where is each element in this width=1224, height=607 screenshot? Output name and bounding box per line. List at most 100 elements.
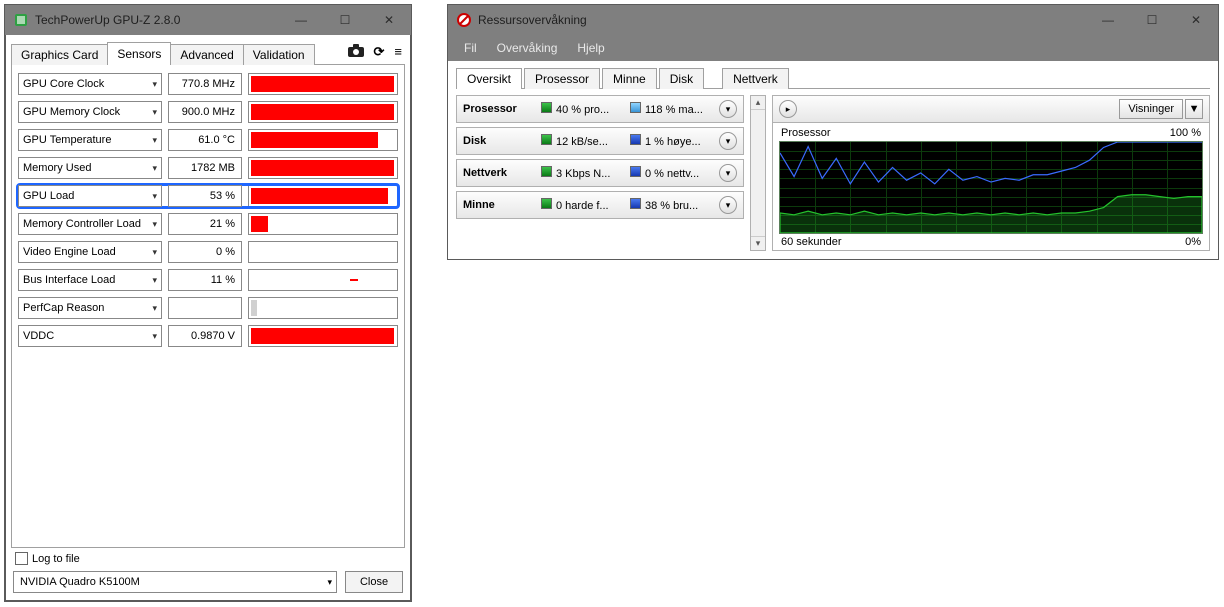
sensor-value-field: 21 % xyxy=(168,213,242,235)
close-window-button[interactable]: ✕ xyxy=(1174,5,1218,35)
tab-oversikt[interactable]: Oversikt xyxy=(456,68,522,89)
maximize-button[interactable]: ☐ xyxy=(1130,5,1174,35)
sensor-row: Video Engine Load▾ 0 % xyxy=(18,241,398,263)
minimize-button[interactable]: — xyxy=(279,5,323,35)
chart-header-bar: ▸ Visninger ▼ xyxy=(772,95,1210,123)
sensor-bar xyxy=(248,101,398,123)
gpuz-titlebar[interactable]: TechPowerUp GPU-Z 2.8.0 — ☐ ✕ xyxy=(5,5,411,35)
chart-xaxis-label: 60 sekunder xyxy=(781,236,842,248)
resmon-tabstrip: Oversikt Prosessor Minne Disk Nettverk xyxy=(456,67,1210,89)
gpu-select-value: NVIDIA Quadro K5100M xyxy=(20,576,140,588)
resmon-category-row[interactable]: Disk12 kB/se...1 % høye...▾ xyxy=(456,127,744,155)
tab-minne[interactable]: Minne xyxy=(602,68,657,89)
sensor-value-field: 53 % xyxy=(168,185,242,207)
chevron-down-icon: ▾ xyxy=(152,79,157,90)
views-button[interactable]: Visninger xyxy=(1119,99,1183,119)
sensor-bar xyxy=(248,157,398,179)
resmon-category-row[interactable]: Prosessor40 % pro...118 % ma...▾ xyxy=(456,95,744,123)
sensor-bar xyxy=(248,129,398,151)
expand-icon[interactable]: ▾ xyxy=(719,196,737,214)
chevron-down-icon: ▾ xyxy=(152,303,157,314)
category-name: Nettverk xyxy=(463,167,535,179)
sensor-value-field: 61.0 °C xyxy=(168,129,242,151)
sensor-value-field: 770.8 MHz xyxy=(168,73,242,95)
category-name: Disk xyxy=(463,135,535,147)
sensor-list: GPU Core Clock▾ 770.8 MHz GPU Memory Clock… xyxy=(11,65,405,548)
sensor-row: Bus Interface Load▾ 11 % xyxy=(18,269,398,291)
screenshot-icon[interactable] xyxy=(348,44,364,60)
swatch-icon xyxy=(541,102,552,113)
tab-validation[interactable]: Validation xyxy=(243,44,315,65)
tab-nettverk[interactable]: Nettverk xyxy=(722,68,789,89)
resmon-menubar: Fil Overvåking Hjelp xyxy=(448,35,1218,61)
collapse-chart-icon[interactable]: ▸ xyxy=(779,100,797,118)
tab-disk[interactable]: Disk xyxy=(659,68,704,89)
sensor-row: GPU Core Clock▾ 770.8 MHz xyxy=(18,73,398,95)
swatch-icon xyxy=(630,134,641,145)
sensor-name-field[interactable]: GPU Temperature▾ xyxy=(18,129,162,151)
menu-overvaking[interactable]: Overvåking xyxy=(489,39,566,57)
sensor-name-field[interactable]: PerfCap Reason▾ xyxy=(18,297,162,319)
chart-min-label: 0% xyxy=(1185,236,1201,248)
log-to-file-checkbox[interactable] xyxy=(15,552,28,565)
views-dropdown-icon[interactable]: ▼ xyxy=(1185,99,1203,119)
cpu-chart xyxy=(779,141,1203,234)
sensor-row: VDDC▾ 0.9870 V xyxy=(18,325,398,347)
refresh-icon[interactable]: ⟳ xyxy=(374,44,385,60)
log-to-file-label: Log to file xyxy=(32,553,80,565)
gpuz-app-icon xyxy=(13,12,29,28)
chevron-down-icon: ▾ xyxy=(152,275,157,286)
menu-fil[interactable]: Fil xyxy=(456,39,485,57)
sensor-row: GPU Load▾ 53 % xyxy=(18,185,398,207)
expand-icon[interactable]: ▾ xyxy=(719,100,737,118)
expand-icon[interactable]: ▾ xyxy=(719,132,737,150)
tab-prosessor[interactable]: Prosessor xyxy=(524,68,600,89)
sensor-row: Memory Used▾1782 MB xyxy=(18,157,398,179)
sensor-value-field: 0 % xyxy=(168,241,242,263)
minimize-button[interactable]: — xyxy=(1086,5,1130,35)
tab-graphics-card[interactable]: Graphics Card xyxy=(11,44,108,65)
resmon-category-list: Prosessor40 % pro...118 % ma...▾ Disk12 k… xyxy=(456,95,744,251)
sensor-row: PerfCap Reason▾ xyxy=(18,297,398,319)
resmon-scrollbar[interactable]: ▴ ▾ xyxy=(750,95,766,251)
sensor-name-field[interactable]: VDDC▾ xyxy=(18,325,162,347)
gpuz-title: TechPowerUp GPU-Z 2.8.0 xyxy=(35,13,279,27)
swatch-icon xyxy=(541,134,552,145)
chart-title: Prosessor xyxy=(781,127,831,139)
sensor-bar xyxy=(248,269,398,291)
resmon-category-row[interactable]: Nettverk3 Kbps N...0 % nettv...▾ xyxy=(456,159,744,187)
sensor-name-field[interactable]: Video Engine Load▾ xyxy=(18,241,162,263)
sensor-value-field: 11 % xyxy=(168,269,242,291)
sensor-value-field: 0.9870 V xyxy=(168,325,242,347)
resmon-category-row[interactable]: Minne0 harde f...38 % bru...▾ xyxy=(456,191,744,219)
sensor-name-field[interactable]: Bus Interface Load▾ xyxy=(18,269,162,291)
chevron-down-icon: ▾ xyxy=(152,331,157,342)
scroll-down-icon[interactable]: ▾ xyxy=(751,236,765,250)
sensor-row: Memory Controller Load▾ 21 % xyxy=(18,213,398,235)
scroll-up-icon[interactable]: ▴ xyxy=(751,96,765,110)
menu-icon[interactable]: ≡ xyxy=(394,44,401,60)
expand-icon[interactable]: ▾ xyxy=(719,164,737,182)
maximize-button[interactable]: ☐ xyxy=(323,5,367,35)
category-name: Minne xyxy=(463,199,535,211)
close-button[interactable]: Close xyxy=(345,571,403,593)
menu-hjelp[interactable]: Hjelp xyxy=(569,39,612,57)
swatch-icon xyxy=(541,166,552,177)
gpu-select[interactable]: NVIDIA Quadro K5100M ▾ xyxy=(13,571,337,593)
sensor-bar xyxy=(248,297,398,319)
sensor-row: GPU Memory Clock▾ 900.0 MHz xyxy=(18,101,398,123)
sensor-name-field[interactable]: GPU Load▾ xyxy=(18,185,162,207)
swatch-icon xyxy=(541,198,552,209)
tab-advanced[interactable]: Advanced xyxy=(170,44,243,65)
close-window-button[interactable]: ✕ xyxy=(367,5,411,35)
resmon-titlebar[interactable]: Ressursovervåkning — ☐ ✕ xyxy=(448,5,1218,35)
sensor-name-field[interactable]: GPU Core Clock▾ xyxy=(18,73,162,95)
tab-sensors[interactable]: Sensors xyxy=(107,42,171,65)
swatch-icon xyxy=(630,166,641,177)
sensor-name-field[interactable]: GPU Memory Clock▾ xyxy=(18,101,162,123)
sensor-value-field: 900.0 MHz xyxy=(168,101,242,123)
sensor-value-field xyxy=(168,297,242,319)
sensor-name-field[interactable]: Memory Controller Load▾ xyxy=(18,213,162,235)
sensor-name-field[interactable]: Memory Used▾ xyxy=(18,157,162,179)
sensor-bar xyxy=(248,325,398,347)
